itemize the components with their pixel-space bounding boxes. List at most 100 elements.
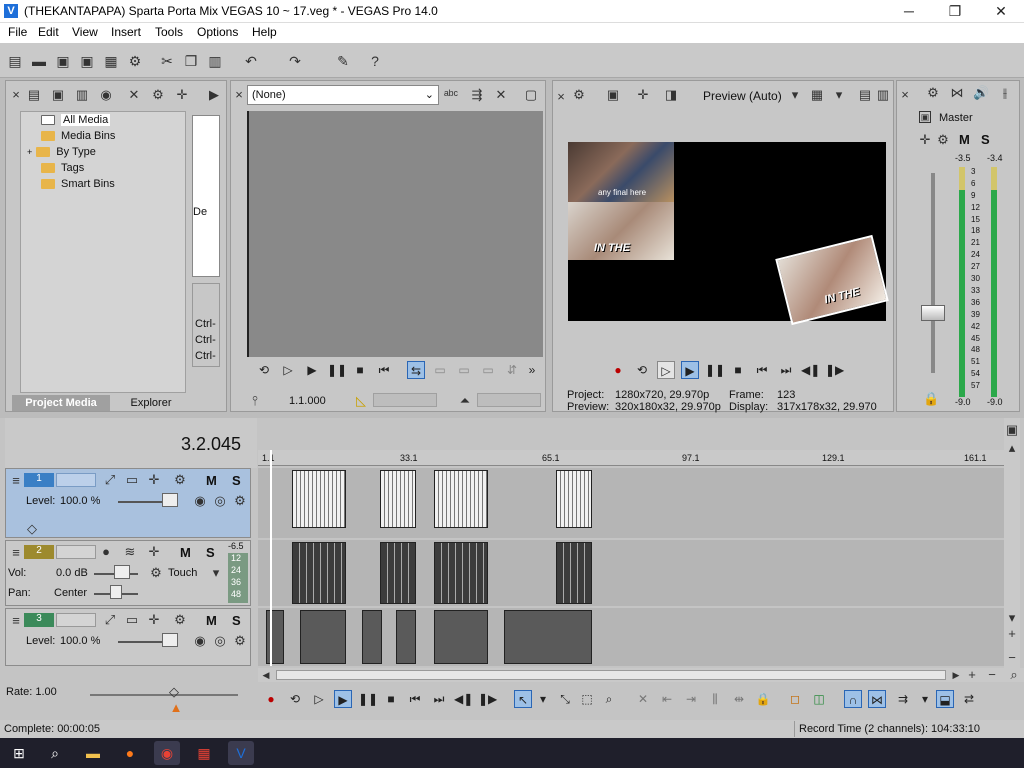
tree-item-media-bins[interactable]: Media Bins [41, 130, 115, 144]
master-solo[interactable]: S [981, 132, 990, 147]
play-icon[interactable]: ▶ [334, 690, 352, 708]
track-mute[interactable]: M [180, 545, 191, 560]
split-icon[interactable]: ⫼ [706, 690, 724, 708]
fx-icon[interactable]: ✛ [174, 87, 190, 103]
file-explorer-icon[interactable]: ▬ [80, 741, 106, 765]
previous-frame-icon[interactable]: ⏮ [375, 361, 393, 379]
in-point-icon[interactable]: ⫯ [247, 393, 263, 409]
get-media-icon[interactable]: ▥ [74, 87, 90, 103]
copy-snapshot-icon[interactable]: ▤ [857, 87, 873, 103]
track-header-video-1[interactable]: ≡ 1 ⤢ ▭ ✛ ⚙ M S Level: 100.0 % ◉ ◎ ⚙ ◇ [5, 468, 251, 538]
motion-icon[interactable]: ⤢ [102, 472, 118, 488]
panel-close-icon[interactable]: × [553, 89, 569, 105]
video-event[interactable] [292, 470, 346, 528]
chevron-down-icon[interactable]: ▾ [208, 565, 224, 581]
device-icon[interactable]: ▣ [605, 87, 621, 103]
selection-tool-icon[interactable]: ⬚ [578, 690, 596, 708]
marker-toggle-icon[interactable]: ▣ [1004, 422, 1020, 438]
region-icon[interactable]: ◫ [810, 690, 828, 708]
stop-icon[interactable]: ■ [729, 361, 747, 379]
import-media-icon[interactable]: ▤ [26, 87, 42, 103]
tree-item-tags[interactable]: Tags [41, 162, 84, 176]
remove-icon[interactable]: ✕ [493, 87, 509, 103]
cut-icon[interactable]: ✂ [158, 52, 176, 70]
settings-icon[interactable]: ⚙ [150, 87, 166, 103]
stop-icon[interactable]: ■ [382, 690, 400, 708]
timeline-cursor[interactable] [270, 450, 272, 666]
automation-mode-dropdown[interactable]: Touch [168, 567, 197, 579]
chevron-down-icon[interactable]: ▾ [787, 87, 803, 103]
save-as-icon[interactable]: ▣ [78, 52, 96, 70]
trim-start-icon[interactable]: ⇤ [658, 690, 676, 708]
track-name-field[interactable] [56, 473, 96, 487]
scroll-right-icon[interactable]: ▶ [948, 667, 964, 683]
video-event[interactable] [556, 470, 592, 528]
menu-file[interactable]: File [8, 25, 27, 39]
previous-frame-icon[interactable]: ◀❚ [454, 690, 473, 708]
fx-chain-icon[interactable]: ✛ [917, 132, 933, 148]
chevron-down-icon[interactable]: ▾ [534, 690, 552, 708]
search-icon[interactable]: ⌕ [42, 741, 68, 765]
video-event[interactable] [434, 470, 488, 528]
track-header-audio-2[interactable]: ≡ 2 ● ≋ ✛ M S -6.5 12 24 36 48 Vol: 0.0 … [5, 540, 251, 606]
video-event[interactable] [380, 470, 416, 528]
overlay-grid-icon[interactable]: ▦ [809, 87, 825, 103]
scroll-left-icon[interactable]: ◀ [258, 667, 274, 683]
zoom-tool-icon[interactable]: ⌕ [600, 690, 618, 708]
menu-view[interactable]: View [72, 25, 98, 39]
app-icon[interactable]: ▦ [191, 741, 217, 765]
faders-icon[interactable]: ⫲ [997, 85, 1013, 101]
preview-settings-icon[interactable]: ⚙ [571, 87, 587, 103]
rate-slider-knob[interactable]: ◇ [166, 684, 182, 700]
trim-end-icon[interactable]: ⇥ [682, 690, 700, 708]
downmix-icon[interactable]: ⋈ [949, 85, 965, 101]
play-from-start-icon[interactable]: ▷ [657, 361, 675, 379]
snapping-icon[interactable]: ∩ [844, 690, 862, 708]
save-icon[interactable]: ▣ [54, 52, 72, 70]
level-slider-knob[interactable] [162, 633, 178, 647]
zoom-in-icon[interactable]: + [964, 667, 980, 683]
start-icon[interactable]: ⊞ [6, 741, 32, 765]
scroll-up-icon[interactable]: ▴ [1004, 440, 1020, 456]
tab-project-media[interactable]: Project Media [12, 395, 110, 411]
video-event[interactable] [300, 610, 346, 664]
rate-slider[interactable] [90, 694, 238, 696]
delete-icon[interactable]: ✕ [634, 690, 652, 708]
hscroll-thumb[interactable] [276, 670, 946, 680]
motion-icon[interactable]: ⤢ [102, 612, 118, 628]
zoom-tool-icon[interactable]: ⌕ [1006, 667, 1022, 683]
play-icon[interactable]: ▶ [303, 361, 321, 379]
chevron-down-icon[interactable]: ▾ [916, 690, 934, 708]
timeline-hscroll[interactable]: ◀ ▶ + − ⌕ [258, 667, 1024, 683]
out-point-icon[interactable]: ⏶ [457, 393, 473, 409]
copy-icon[interactable]: ❐ [182, 52, 200, 70]
track-solo[interactable]: S [232, 473, 241, 488]
loop-icon[interactable]: ⟲ [286, 690, 304, 708]
track-lane-1[interactable] [258, 468, 1004, 538]
zoom-out-icon[interactable]: − [984, 667, 1000, 683]
chrome-icon[interactable]: ◉ [154, 741, 180, 765]
audio-event[interactable] [434, 542, 488, 604]
envelope-tool-icon[interactable]: ⤡ [556, 690, 574, 708]
master-fader-knob[interactable] [921, 305, 945, 321]
trim-icon[interactable]: ⇶ [469, 87, 485, 103]
menu-insert[interactable]: Insert [111, 25, 141, 39]
collapse-icon[interactable]: ≡ [8, 613, 24, 629]
track-fx-icon[interactable]: ✛ [146, 544, 162, 560]
master-mute[interactable]: M [959, 132, 970, 147]
collapse-icon[interactable]: ≡ [8, 473, 24, 489]
new-project-icon[interactable]: ▤ [6, 52, 24, 70]
go-to-start-icon[interactable]: ⏮ [406, 690, 424, 708]
go-to-end-icon[interactable]: ⏭ [777, 361, 795, 379]
collapse-icon[interactable]: ≡ [8, 545, 24, 561]
audio-event[interactable] [380, 542, 416, 604]
tab-explorer[interactable]: Explorer [116, 395, 186, 411]
capture-icon[interactable]: ▣ [50, 87, 66, 103]
panel-close-icon[interactable]: × [231, 87, 247, 103]
normal-edit-tool-icon[interactable]: ↖ [514, 690, 532, 708]
auto-crossfade-icon[interactable]: ⋈ [868, 690, 886, 708]
track-settings-icon[interactable]: ⚙ [232, 493, 248, 509]
redo-icon[interactable]: ↷ [286, 52, 304, 70]
scroll-down-icon[interactable]: ▾ [1004, 610, 1020, 626]
automation-icon[interactable]: ▭ [124, 612, 140, 628]
